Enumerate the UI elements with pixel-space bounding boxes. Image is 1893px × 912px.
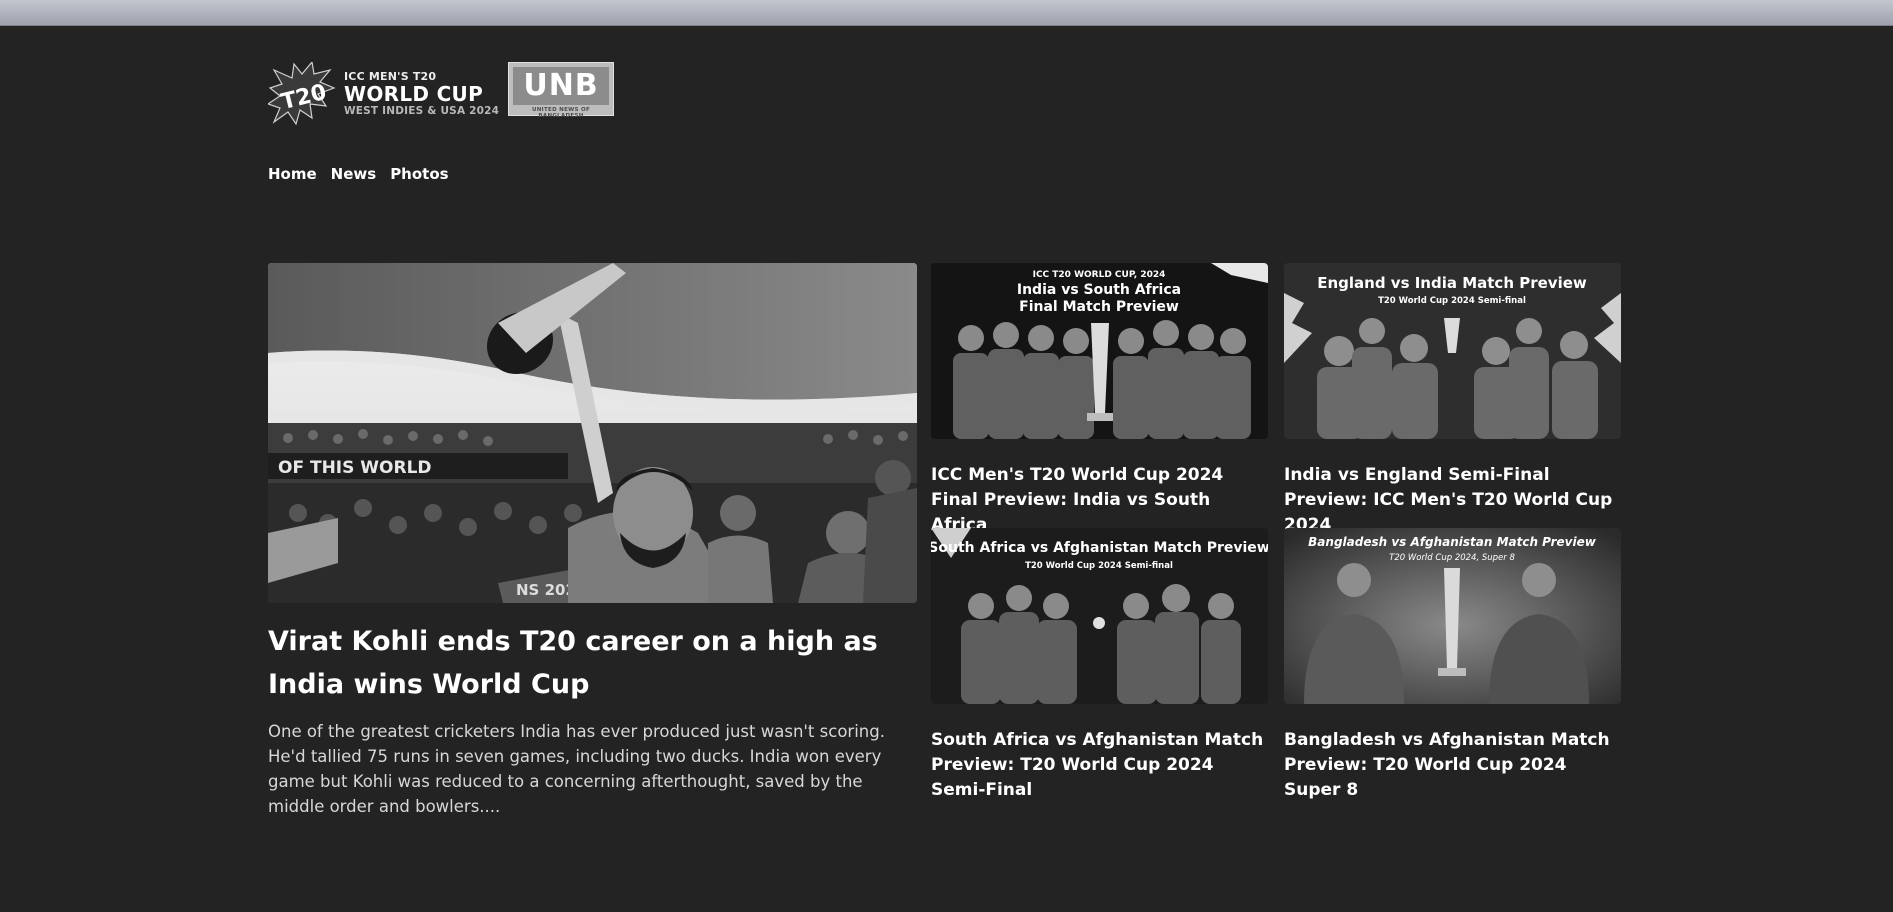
story-card-image[interactable]: South Africa vs Afghanistan Match Previe… [931,528,1268,704]
card-image-subheading: T20 World Cup 2024, Super 8 [1389,553,1515,563]
unb-logo[interactable]: UNB UNITED NEWS OF BANGLADESH [508,62,614,119]
card-image-heading: India vs South Africa [1017,282,1181,298]
card-image-subheading: T20 World Cup 2024 Semi-final [1025,561,1173,571]
unb-logo-subtitle: UNITED NEWS OF BANGLADESH [531,107,591,119]
card-image-heading: England vs India Match Preview [1317,274,1587,292]
t20-logo-mark[interactable]: T20 [268,62,340,126]
logo-line-3: WEST INDIES & USA 2024 [344,105,500,117]
featured-story-image[interactable]: OF THIS WORLD NS 2024 [268,263,917,603]
logo-line-2: WORLD CUP [344,82,484,106]
story-card-image[interactable]: England vs India Match Preview T20 World… [1284,263,1621,439]
browser-top-strip [0,0,1893,26]
nav-photos[interactable]: Photos [390,165,448,183]
story-card-title[interactable]: India vs England Semi-Final Preview: ICC… [1284,463,1621,538]
story-card-title[interactable]: ICC Men's T20 World Cup 2024 Final Previ… [931,463,1268,538]
unb-logo-name: UNB [513,67,609,105]
story-card-image[interactable]: Bangladesh vs Afghanistan Match Preview … [1284,528,1621,704]
story-card-title[interactable]: Bangladesh vs Afghanistan Match Preview:… [1284,728,1621,803]
nav-home[interactable]: Home [268,165,317,183]
card-image-heading-2: Final Match Preview [1019,299,1179,315]
main-nav: Home News Photos [268,165,449,183]
story-card-image[interactable]: ICC T20 WORLD CUP, 2024 India vs South A… [931,263,1268,439]
card-image-small-text: ICC T20 WORLD CUP, 2024 [1033,270,1166,280]
story-card-title[interactable]: South Africa vs Afghanistan Match Previe… [931,728,1268,803]
card-image-heading: Bangladesh vs Afghanistan Match Preview [1308,535,1597,549]
card-image-heading: South Africa vs Afghanistan Match Previe… [931,540,1268,556]
nav-news[interactable]: News [331,165,377,183]
world-cup-wordmark: ICC MEN'S T20 WORLD CUP WEST INDIES & US… [344,70,514,117]
featured-story-description: One of the greatest cricketers India has… [268,722,885,816]
card-image-subheading: T20 World Cup 2024 Semi-final [1378,296,1526,306]
featured-story-title[interactable]: Virat Kohli ends T20 career on a high as… [268,620,918,706]
featured-image-banner-text: OF THIS WORLD [278,458,432,478]
